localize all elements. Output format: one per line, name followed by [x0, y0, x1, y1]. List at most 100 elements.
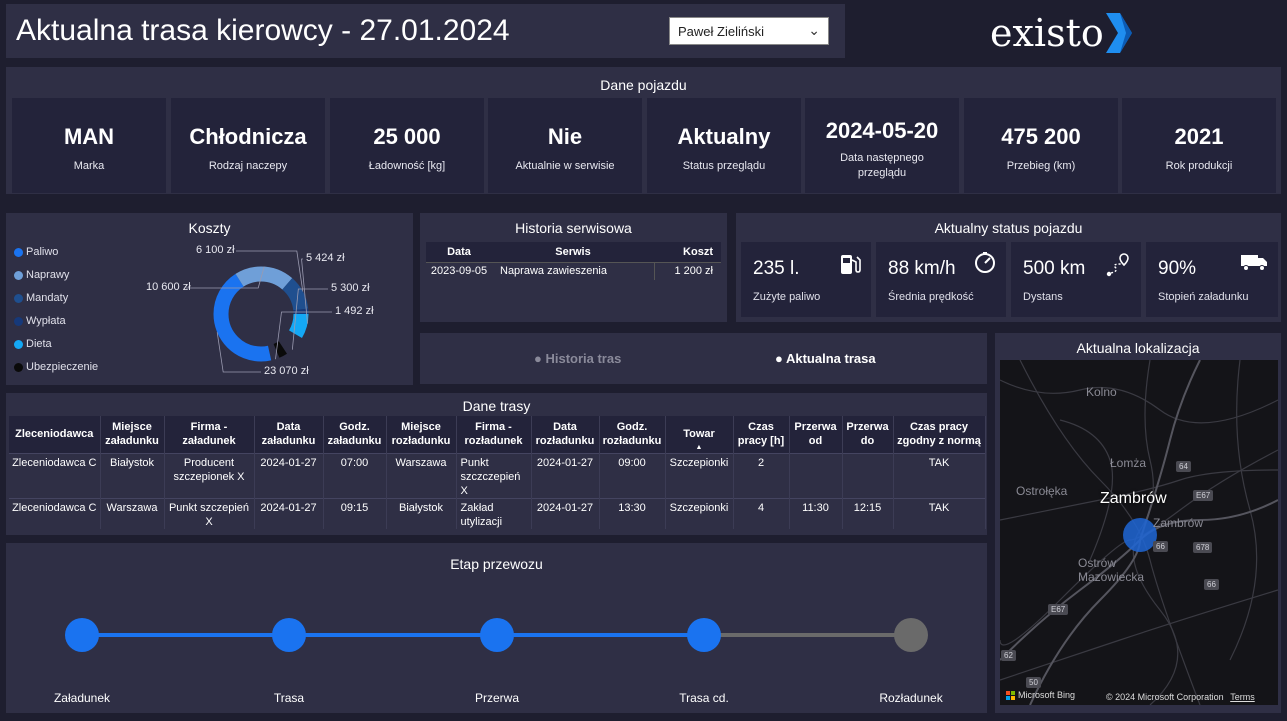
kpi-label: Aktualnie w serwisie [515, 160, 615, 172]
load-card: 90% Stopień załadunku [1146, 242, 1278, 317]
service-col-cost[interactable]: Koszt [654, 242, 721, 262]
route-cell: Punkt szczczepień X [456, 452, 532, 498]
kpi-card: Chłodnicza Rodzaj naczepy [171, 98, 325, 193]
route-cell: Zleceniodawca C [9, 452, 101, 498]
stage-node[interactable] [894, 618, 928, 652]
route-col-header[interactable]: Data załadunku [254, 416, 324, 453]
route-col-header[interactable]: Towar ▲ [665, 416, 734, 455]
sort-ascending-icon[interactable]: ▲ [696, 441, 703, 455]
route-col-header[interactable]: Miejsce rozładunku [386, 416, 457, 453]
distance-card: 500 km Dystans [1011, 242, 1141, 317]
route-cell: 2024-01-27 [254, 497, 324, 529]
route-panel: Dane trasy Zleceniodawca Miejsce załadunk… [6, 393, 987, 535]
map-title: Aktualna lokalizacja [1076, 340, 1200, 356]
logo-chevron-icon [1105, 13, 1132, 53]
route-col-header[interactable]: Godz. załadunku [323, 416, 387, 453]
service-name-cell: Naprawa zawieszenia [492, 261, 654, 280]
driver-dropdown-value: Paweł Zieliński [678, 24, 764, 39]
donut-value-label: 6 100 zł [196, 244, 235, 256]
route-cell: 2024-01-27 [531, 452, 600, 498]
route-pin-icon [1106, 253, 1129, 277]
map-place-ostroleka: Ostrołęka [1016, 484, 1068, 498]
existo-logo: existo [990, 10, 1134, 56]
map-terms-link[interactable]: Terms [1230, 692, 1255, 702]
service-title: Historia serwisowa [515, 220, 632, 236]
stage-label: Przerwa [474, 691, 519, 705]
map-attribution-text: Microsoft Bing [1018, 690, 1076, 700]
toggle-history-tras[interactable]: ● Historia tras [534, 351, 621, 366]
route-col-header[interactable]: Czas pracy [h] [733, 416, 790, 453]
route-cell: Szczepionki [665, 452, 734, 498]
service-col-service[interactable]: Serwis [492, 242, 654, 262]
stage-node[interactable] [687, 618, 721, 652]
road-badge: E67 [1193, 490, 1214, 501]
service-col-date[interactable]: Data [426, 242, 492, 262]
kpi-card: 2024-05-20 Data następnego przeglądu [805, 98, 959, 193]
kpi-value: Nie [547, 124, 583, 149]
route-cell: 2024-01-27 [531, 497, 600, 529]
route-cell: TAK [893, 452, 986, 498]
kpi-label: Ładowność [kg] [368, 160, 446, 172]
toggle-aktualna-trasa[interactable]: ● Aktualna trasa [775, 351, 876, 366]
route-col-header[interactable]: Firma - załadunek [164, 416, 255, 453]
route-cell: 2 [733, 452, 790, 498]
speedometer-icon [975, 252, 995, 273]
route-col-header[interactable]: Czas pracy zgodny z normą [893, 416, 986, 453]
stage-label: Trasa cd. [679, 691, 729, 705]
kpi-card: Nie Aktualnie w serwisie [488, 98, 642, 193]
kpi-value: Aktualny [677, 124, 771, 149]
route-cell: 12:15 [842, 497, 894, 529]
kpi-label: Przebieg (km) [1006, 160, 1076, 172]
route-cell: 2024-01-27 [254, 452, 324, 498]
road-badge: 66 [1204, 579, 1219, 590]
kpi-card: MAN Marka [12, 98, 166, 193]
kpi-label: Rok produkcji [1165, 160, 1233, 172]
kpi-value: Chłodnicza [189, 124, 307, 149]
distance-label: Dystans [1023, 291, 1063, 303]
route-cell: Szczepionki [665, 497, 734, 529]
load-value: 90% [1158, 258, 1197, 279]
route-cell: 4 [733, 497, 790, 529]
route-cell: Warszawa [100, 497, 165, 529]
stage-node[interactable] [65, 618, 99, 652]
kpi-card: Aktualny Status przeglądu [647, 98, 801, 193]
stage-node[interactable] [480, 618, 514, 652]
driver-dropdown[interactable]: Paweł Zieliński ⌄ [669, 17, 829, 45]
map-place-zambrow-small: Zambrów [1153, 516, 1204, 530]
donut-value-label: 23 070 zł [264, 365, 309, 377]
table-row[interactable]: Zleceniodawca C Białystok Producent szczep… [9, 452, 986, 498]
map-view[interactable]: Kolno Łomża Ostrołęka Zambrów Ostrów Maz… [1000, 360, 1278, 705]
route-cell: Białystok [100, 452, 165, 498]
status-title: Aktualny status pojazdu [934, 220, 1083, 236]
table-row[interactable]: Zleceniodawca C Warszawa Punkt szczepień X… [9, 497, 986, 529]
road-badge: 64 [1176, 461, 1191, 472]
kpi-value: 2024-05-20 [825, 118, 939, 143]
location-marker[interactable] [1123, 518, 1157, 552]
fuel-label: Zużyte paliwo [753, 291, 821, 303]
fuel-pump-icon [841, 255, 861, 274]
route-cell: 07:00 [323, 452, 387, 498]
route-cell: Punkt szczepień X [164, 497, 255, 529]
kpi-value: 25 000 [373, 124, 441, 149]
route-table: Zleceniodawca Miejsce załadunku Firma - za… [9, 416, 986, 529]
toggle-history-label: Historia tras [545, 351, 622, 366]
map-copyright-text: © 2024 Microsoft Corporation [1106, 692, 1224, 702]
chevron-down-icon: ⌄ [808, 22, 820, 38]
route-col-header[interactable]: Godz. rozładunku [599, 416, 666, 453]
donut-value-label: 1 492 zł [335, 305, 374, 317]
kpi-value: 2021 [1174, 124, 1224, 149]
donut-value-label: 10 600 zł [146, 281, 191, 293]
stage-node[interactable] [272, 618, 306, 652]
map-place-ostrow: Ostrów Mazowiecka [1078, 556, 1145, 584]
map-copyright: © 2024 Microsoft Corporation Terms [1106, 692, 1255, 702]
route-col-header[interactable]: Data rozładunku [531, 416, 600, 453]
route-col-header[interactable]: Zleceniodawca [9, 416, 101, 453]
route-cell: 09:00 [599, 452, 666, 498]
route-col-header[interactable]: Przerwa od [789, 416, 843, 453]
speed-value: 88 km/h [888, 258, 956, 279]
table-row[interactable]: 2023-09-05 Naprawa zawieszenia 1 200 zł [426, 261, 721, 280]
route-col-header[interactable]: Przerwa do [842, 416, 894, 453]
route-cell: Zakład utylizacji [456, 497, 532, 529]
route-col-header[interactable]: Firma - rozładunek [456, 416, 532, 453]
route-col-header[interactable]: Miejsce załadunku [100, 416, 165, 453]
